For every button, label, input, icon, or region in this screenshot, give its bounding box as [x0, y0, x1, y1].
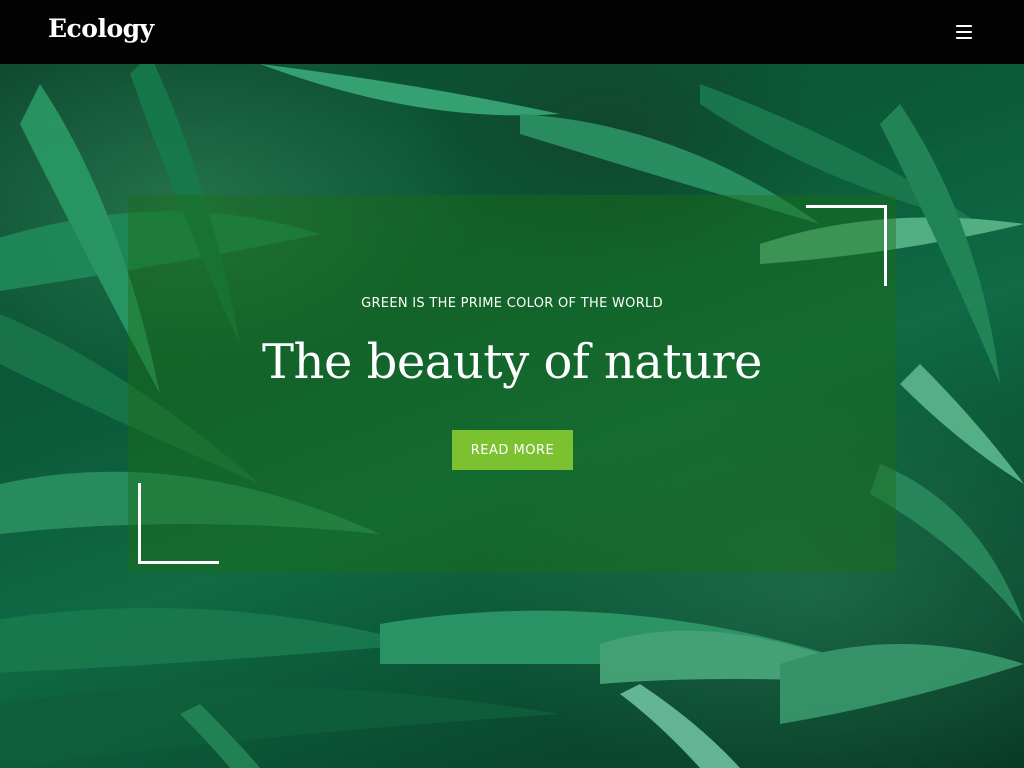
hero-title: The beauty of nature	[262, 334, 762, 390]
menu-button[interactable]	[952, 22, 976, 44]
page: Ecology GREEN IS THE PRIME COLOR OF THE …	[0, 0, 1024, 768]
hero-eyebrow: GREEN IS THE PRIME COLOR OF THE WORLD	[361, 296, 663, 311]
brand-logo[interactable]: Ecology	[48, 14, 154, 43]
corner-frame-bottom-left	[138, 483, 219, 564]
corner-frame-top-right	[806, 205, 887, 286]
site-header: Ecology	[0, 0, 1024, 64]
read-more-button[interactable]: READ MORE	[452, 430, 573, 470]
